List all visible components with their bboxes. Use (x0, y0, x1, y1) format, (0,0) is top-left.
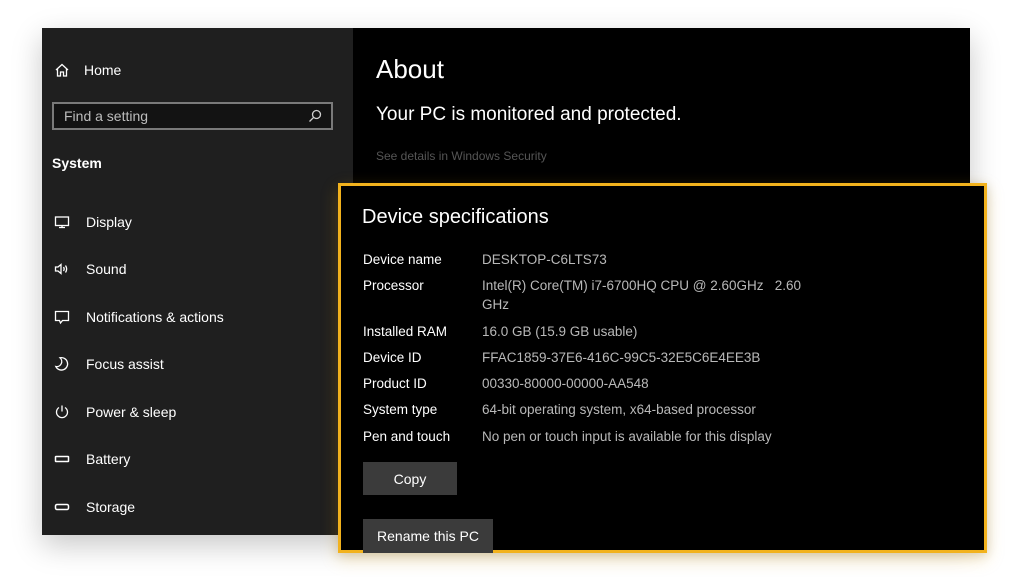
spec-label: Pen and touch (363, 428, 451, 444)
spec-row: Processor Intel(R) Core(TM) i7-6700HQ CP… (363, 276, 822, 321)
sidebar-item-sound[interactable]: Sound (42, 246, 353, 294)
spec-value: FFAC1859-37E6-416C-99C5-32E5C6E4EE3B (482, 349, 761, 365)
section-title: System (52, 155, 102, 171)
spec-label: Product ID (363, 376, 427, 392)
battery-icon (54, 451, 70, 467)
spec-row: System type 64-bit operating system, x64… (363, 400, 822, 426)
sidebar-item-focus-assist[interactable]: Focus assist (42, 341, 353, 389)
rename-pc-button[interactable]: Rename this PC (363, 519, 493, 553)
sidebar-item-label: Display (86, 213, 132, 230)
sidebar-item-label: Battery (86, 451, 131, 468)
spec-label: Processor (363, 278, 424, 294)
sidebar-home[interactable]: Home (54, 62, 121, 78)
sidebar: Home System (42, 28, 353, 535)
storage-icon (54, 499, 70, 515)
sidebar-item-display[interactable]: Display (42, 198, 353, 246)
device-specifications-title: Device specifications (362, 206, 549, 228)
spec-row: Installed RAM 16.0 GB (15.9 GB usable) (363, 322, 822, 348)
spec-table: Device name DESKTOP-C6LTS73 Processor In… (363, 250, 822, 453)
monitor-icon (54, 214, 70, 230)
spec-value: 00330-80000-00000-AA548 (482, 376, 649, 392)
sidebar-nav: Display Sound Notifications & actions Fo… (42, 198, 353, 531)
speaker-icon (54, 261, 70, 277)
notification-icon (54, 309, 70, 325)
windows-security-link[interactable]: See details in Windows Security (376, 149, 547, 163)
sidebar-item-battery[interactable]: Battery (42, 436, 353, 484)
search-input[interactable] (54, 107, 307, 125)
spec-label: Device name (363, 252, 442, 267)
stage: Home System (0, 0, 1024, 582)
main-content: About Your PC is monitored and protected… (353, 28, 970, 183)
spec-row: Pen and touch No pen or touch input is a… (363, 427, 822, 453)
home-label: Home (84, 62, 122, 78)
home-icon (54, 62, 70, 78)
search-icon[interactable] (307, 108, 323, 124)
spec-value: 64-bit operating system, x64-based proce… (482, 402, 756, 418)
power-icon (54, 404, 70, 420)
sidebar-item-storage[interactable]: Storage (42, 483, 353, 531)
spec-value: 16.0 GB (15.9 GB usable) (482, 323, 638, 339)
sidebar-item-label: Power & sleep (86, 403, 177, 420)
spec-row: Device ID FFAC1859-37E6-416C-99C5-32E5C6… (363, 348, 822, 374)
page-title: About (376, 54, 444, 84)
sidebar-item-power-sleep[interactable]: Power & sleep (42, 388, 353, 436)
sidebar-item-notifications[interactable]: Notifications & actions (42, 293, 353, 341)
spec-label: Device ID (363, 349, 422, 365)
sidebar-item-label: Storage (86, 498, 136, 515)
spec-value: No pen or touch input is available for t… (482, 428, 772, 444)
device-specifications-panel: Device specifications Device name DESKTO… (338, 183, 987, 553)
protection-status: Your PC is monitored and protected. (376, 104, 682, 125)
sidebar-item-label: Notifications & actions (86, 308, 224, 325)
spec-row: Device name DESKTOP-C6LTS73 (363, 250, 822, 276)
spec-label: System type (363, 402, 438, 418)
search-box[interactable] (52, 102, 333, 130)
moon-icon (54, 356, 70, 372)
spec-value: Intel(R) Core(TM) i7-6700HQ CPU @ 2.60GH… (482, 278, 805, 313)
sidebar-item-label: Sound (86, 261, 127, 278)
spec-label: Installed RAM (363, 323, 448, 339)
spec-value: DESKTOP-C6LTS73 (482, 252, 607, 267)
copy-button[interactable]: Copy (363, 462, 457, 495)
spec-row: Product ID 00330-80000-00000-AA548 (363, 374, 822, 400)
sidebar-item-label: Focus assist (86, 356, 164, 373)
